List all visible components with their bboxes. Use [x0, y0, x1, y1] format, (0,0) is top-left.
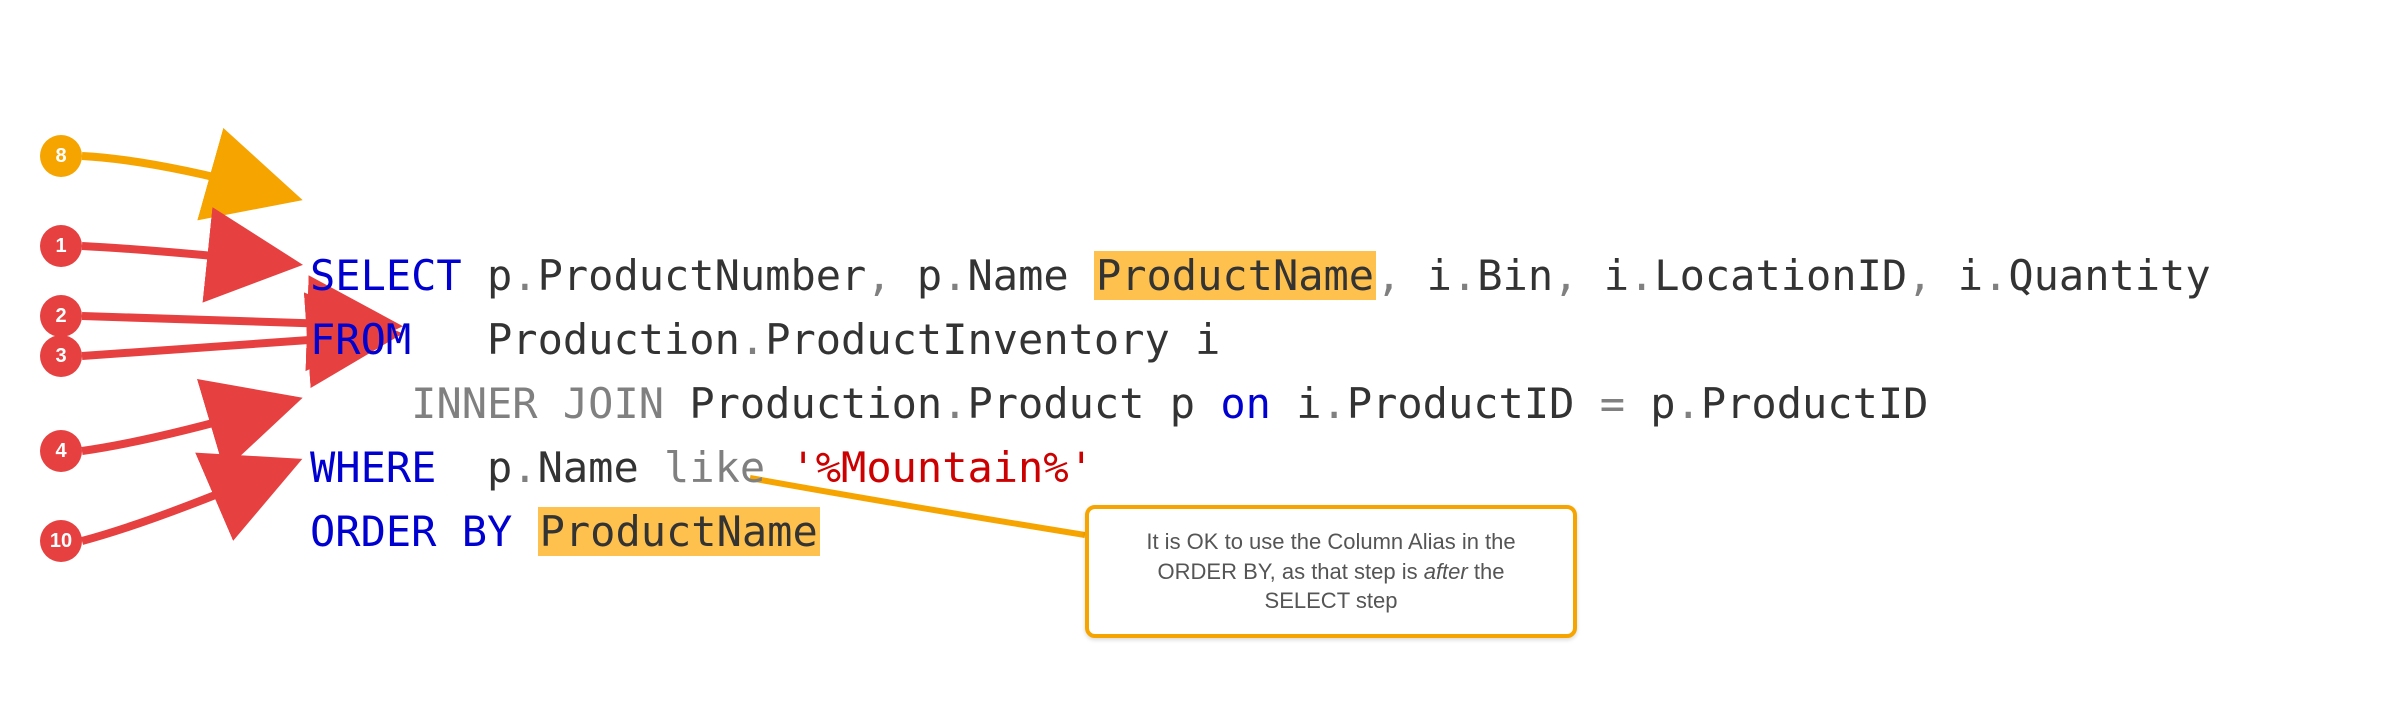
kw-inner: INNER: [411, 379, 537, 428]
kw-join: JOIN: [538, 379, 664, 428]
kw-where: WHERE: [310, 443, 436, 492]
kw-by: BY: [436, 507, 512, 556]
kw-select: SELECT: [310, 251, 462, 300]
code-line-3: INNER JOIN Production.Product p on i.Pro…: [310, 379, 1928, 428]
callout-line-1: It is OK to use the Column Alias in the: [1111, 527, 1551, 557]
orderby-productname: ProductName: [538, 507, 820, 556]
callout-line-3: SELECT step: [1111, 586, 1551, 616]
alias-productname: ProductName: [1094, 251, 1376, 300]
code-line-5: ORDER BY ProductName: [310, 507, 820, 556]
literal-mountain: '%Mountain%': [790, 443, 1093, 492]
kw-order: ORDER: [310, 507, 436, 556]
code-line-1: SELECT p.ProductNumber, p.Name ProductNa…: [310, 251, 2211, 300]
kw-from: FROM: [310, 315, 411, 364]
kw-like: like: [664, 443, 765, 492]
code-line-4: WHERE p.Name like '%Mountain%': [310, 443, 1094, 492]
callout-alias-orderby: It is OK to use the Column Alias in the …: [1085, 505, 1577, 638]
kw-on: on: [1220, 379, 1271, 428]
code-line-2: FROM Production.ProductInventory i: [310, 315, 1220, 364]
callout-line-2: ORDER BY, as that step is after the: [1111, 557, 1551, 587]
